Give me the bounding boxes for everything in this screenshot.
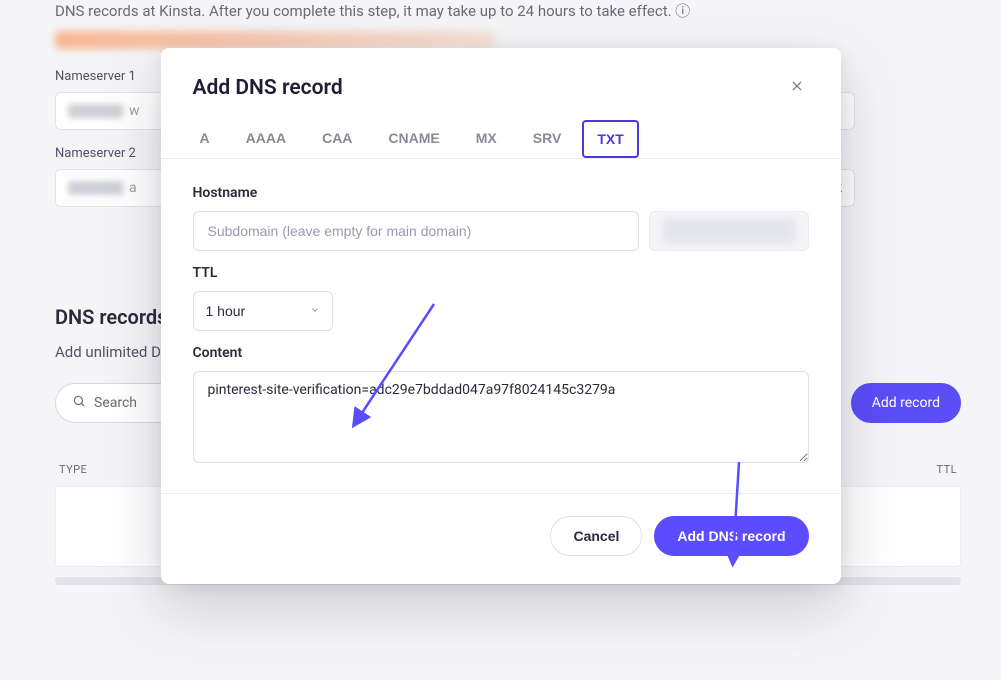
- record-type-tabs: A AAAA CAA CNAME MX SRV TXT: [161, 120, 841, 159]
- submit-add-dns-record-button[interactable]: Add DNS record: [654, 516, 808, 556]
- tab-cname[interactable]: CNAME: [373, 120, 454, 158]
- chevron-down-icon: [310, 304, 320, 318]
- cancel-button[interactable]: Cancel: [550, 516, 642, 556]
- tab-txt[interactable]: TXT: [582, 120, 638, 158]
- tab-mx[interactable]: MX: [461, 120, 512, 158]
- close-button[interactable]: [785, 76, 809, 100]
- hostname-input[interactable]: [193, 211, 639, 251]
- tab-caa[interactable]: CAA: [307, 120, 367, 158]
- tab-aaaa[interactable]: AAAA: [231, 120, 301, 158]
- tab-a[interactable]: A: [185, 120, 225, 158]
- modal-title: Add DNS record: [193, 76, 343, 100]
- add-dns-record-modal: Add DNS record A AAAA CAA CNAME MX SRV T…: [161, 48, 841, 584]
- ttl-label: TTL: [193, 265, 809, 281]
- hostname-domain-suffix: [649, 211, 809, 251]
- content-textarea[interactable]: [193, 371, 809, 463]
- ttl-value: 1 hour: [206, 303, 246, 319]
- tab-srv[interactable]: SRV: [518, 120, 577, 158]
- hostname-label: Hostname: [193, 185, 809, 201]
- modal-overlay: Add DNS record A AAAA CAA CNAME MX SRV T…: [0, 0, 1001, 680]
- content-label: Content: [193, 345, 809, 361]
- ttl-select[interactable]: 1 hour: [193, 291, 333, 331]
- close-icon: [790, 79, 804, 98]
